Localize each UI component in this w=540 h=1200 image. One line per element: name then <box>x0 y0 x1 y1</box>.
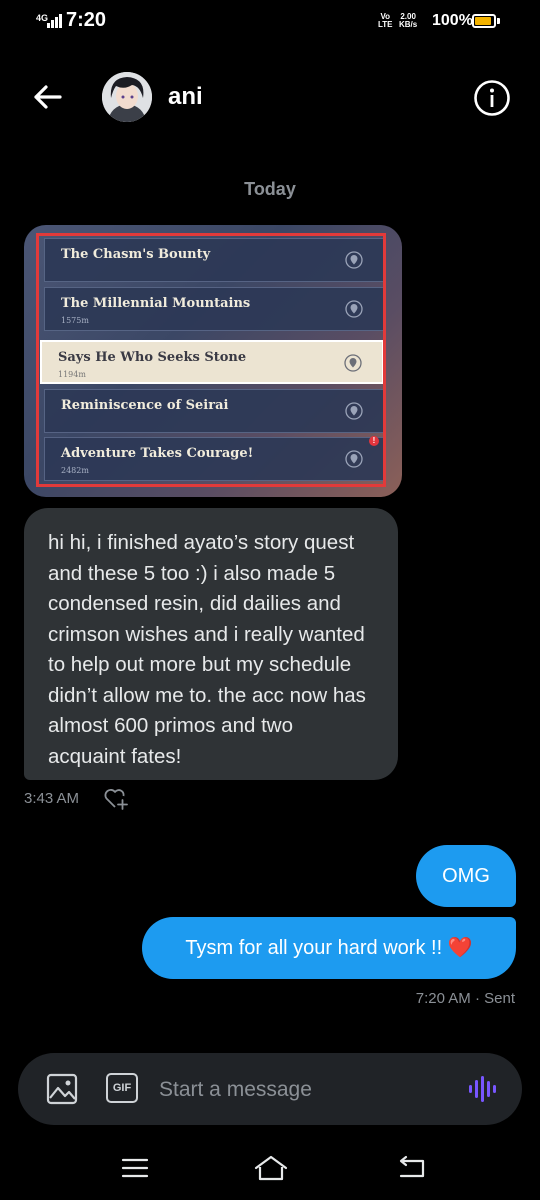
status-time: 7:20 <box>66 9 107 31</box>
battery-icon <box>472 14 496 28</box>
signal-strength-icon <box>47 14 62 28</box>
gif-button[interactable]: GIF <box>106 1073 138 1103</box>
home-icon[interactable] <box>252 1154 290 1182</box>
avatar-illustration <box>102 72 152 122</box>
info-icon[interactable] <box>472 78 512 118</box>
received-message[interactable]: hi hi, i finished ayato’s story quest an… <box>24 508 398 780</box>
back-nav-icon[interactable] <box>396 1155 428 1181</box>
volte-indicator: Vo LTE <box>378 13 393 29</box>
voice-message-icon[interactable] <box>466 1074 498 1104</box>
image-message[interactable]: The Chasm's Bounty The Millennial Mounta… <box>24 225 402 497</box>
message-input[interactable] <box>159 1072 449 1108</box>
sent-status: 7:20 AM · Sent <box>415 990 515 1007</box>
sent-message[interactable]: OMG <box>416 845 516 907</box>
contact-name[interactable]: ani <box>168 83 203 111</box>
add-reaction-icon[interactable] <box>103 787 129 811</box>
sent-message[interactable]: Tysm for all your hard work !! ❤️ <box>142 917 516 979</box>
volte-bottom: LTE <box>378 20 393 29</box>
back-arrow-icon[interactable] <box>26 78 70 116</box>
network-speed-unit: KB/s <box>399 20 418 29</box>
highlight-frame <box>36 233 386 487</box>
battery-tip <box>497 18 500 24</box>
received-message-text: hi hi, i finished ayato’s story quest an… <box>48 531 366 768</box>
received-timestamp: 3:43 AM <box>24 790 80 807</box>
contact-avatar[interactable] <box>102 72 152 122</box>
date-separator: Today <box>244 179 296 199</box>
network-speed: 2.00 KB/s <box>399 13 417 29</box>
recent-apps-icon[interactable] <box>120 1156 150 1180</box>
battery-level-fill <box>475 17 492 25</box>
image-icon[interactable] <box>46 1073 78 1105</box>
battery-percent: 100% <box>432 12 473 29</box>
